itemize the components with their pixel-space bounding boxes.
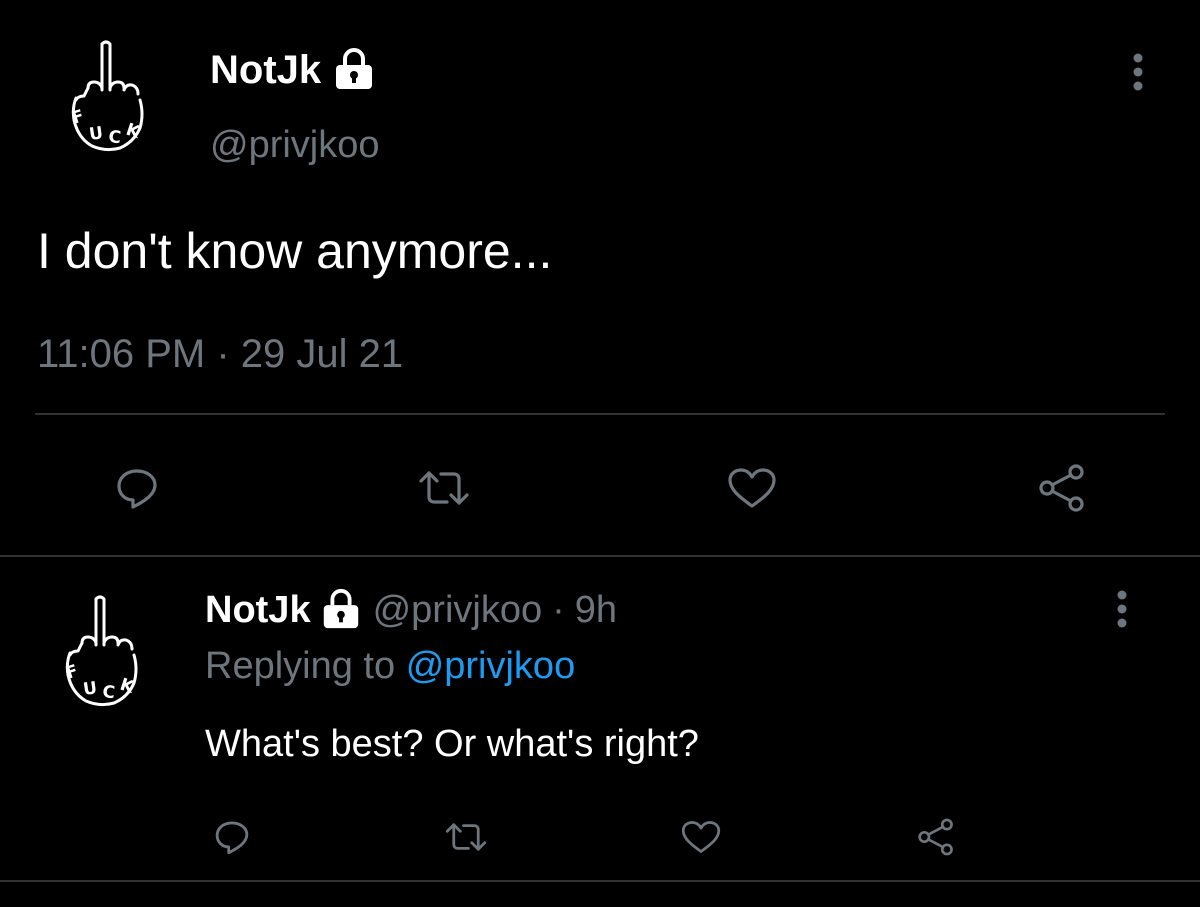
share-icon — [918, 818, 953, 856]
main-tweet: F U C K NotJk @privjkoo I don't know any… — [0, 0, 1200, 555]
replying-to-label: Replying to — [205, 645, 396, 687]
tweet-text: I don't know anymore... — [37, 223, 553, 279]
author-name[interactable]: NotJk — [210, 48, 321, 93]
avatar[interactable]: F U C K — [62, 38, 152, 156]
reply-icon — [117, 469, 157, 509]
reply-age[interactable]: 9h — [575, 589, 617, 632]
divider — [0, 880, 1200, 882]
lock-icon — [331, 45, 377, 96]
svg-text:U: U — [88, 123, 104, 145]
avatar[interactable]: F U C K — [56, 593, 146, 711]
reply-button[interactable] — [105, 456, 169, 520]
retweet-icon — [419, 471, 469, 505]
author-handle[interactable]: @privjkoo — [210, 124, 380, 167]
heart-icon — [728, 468, 776, 508]
middle-finger-logo: F U C K — [69, 40, 144, 152]
share-button[interactable] — [910, 811, 962, 863]
more-options-icon[interactable] — [1118, 50, 1158, 94]
more-options-icon[interactable] — [1102, 587, 1142, 631]
svg-text:F: F — [63, 661, 80, 684]
svg-text:F: F — [69, 106, 86, 129]
author-handle[interactable]: @privjkoo — [373, 589, 543, 632]
separator-dot: · — [552, 588, 565, 631]
reply-text: What's best? Or what's right? — [205, 723, 699, 765]
svg-text:C: C — [107, 127, 122, 148]
like-button[interactable] — [675, 811, 727, 863]
like-button[interactable] — [720, 456, 784, 520]
retweet-button[interactable] — [412, 456, 476, 520]
middle-finger-logo: F U C K — [63, 595, 138, 707]
tweet-timestamp[interactable]: 11:06 PM · 29 Jul 21 — [37, 332, 403, 377]
svg-text:U: U — [82, 678, 98, 700]
retweet-button[interactable] — [440, 811, 492, 863]
share-button[interactable] — [1030, 456, 1094, 520]
divider — [35, 413, 1165, 415]
reply-tweet[interactable]: F U C K NotJk @privjkoo · 9h Replying to… — [0, 557, 1200, 882]
svg-text:C: C — [101, 682, 116, 703]
reply-icon — [215, 821, 249, 855]
share-icon — [1039, 464, 1084, 512]
replying-to-handle[interactable]: @privjkoo — [406, 645, 576, 687]
author-name[interactable]: NotJk — [205, 589, 311, 632]
lock-icon — [319, 586, 363, 635]
heart-icon — [681, 821, 721, 853]
reply-button[interactable] — [206, 811, 258, 863]
retweet-icon — [445, 823, 487, 851]
